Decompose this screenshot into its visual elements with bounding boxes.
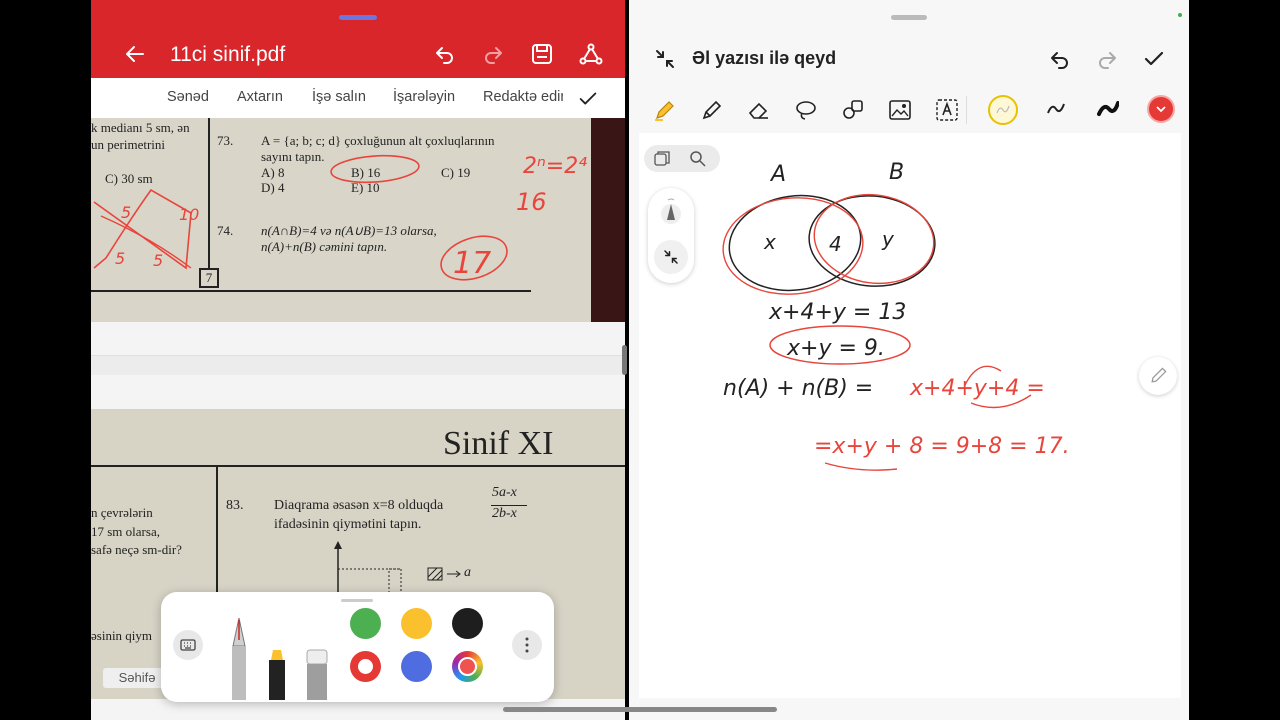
venn-label-a: A bbox=[769, 162, 786, 187]
venn-region-y: y bbox=[881, 227, 895, 251]
chevron-down-icon bbox=[1156, 106, 1166, 113]
toolbar-separator bbox=[966, 96, 967, 124]
confirm-check-icon[interactable] bbox=[1142, 47, 1166, 71]
venn-region-x: x bbox=[763, 230, 776, 254]
stroke-thin-icon bbox=[996, 105, 1010, 114]
collapse-icon[interactable] bbox=[653, 47, 677, 71]
stroke-medium-icon[interactable] bbox=[1047, 102, 1065, 116]
back-arrow-icon[interactable] bbox=[123, 42, 147, 66]
circle-mark bbox=[330, 154, 420, 184]
eraser-tool-icon[interactable] bbox=[746, 97, 772, 123]
color-swatch-blue[interactable] bbox=[401, 651, 432, 682]
venn-circle-a bbox=[728, 194, 862, 292]
more-vert-icon bbox=[525, 637, 529, 653]
menu-annotate[interactable]: İşarələyin bbox=[393, 89, 455, 105]
left-col-line: n çevrələrin bbox=[91, 505, 153, 520]
window-drag-handle[interactable] bbox=[339, 15, 377, 20]
pen-style-light-button[interactable] bbox=[988, 95, 1018, 125]
triangle-sketch bbox=[93, 188, 192, 270]
keyboard-icon bbox=[180, 639, 196, 651]
color-swatch-red-selected[interactable] bbox=[350, 651, 381, 682]
document-title: 11ci sinif.pdf bbox=[170, 43, 286, 66]
question-number: 83. bbox=[226, 498, 244, 513]
left-col-line: safə neçə sm-dir? bbox=[91, 542, 182, 557]
left-col-line: 17 sm olarsa, bbox=[91, 524, 160, 539]
highlighter-icon[interactable] bbox=[265, 648, 289, 700]
handwritten-formula: 2ⁿ=2⁴ bbox=[523, 154, 587, 179]
eraser-icon[interactable] bbox=[304, 648, 330, 700]
window-drag-handle[interactable] bbox=[891, 15, 927, 20]
color-swatch-green[interactable] bbox=[350, 608, 381, 639]
page-separator bbox=[91, 355, 625, 375]
save-icon[interactable] bbox=[530, 42, 554, 66]
selected-ring bbox=[358, 659, 373, 674]
split-screen: 11ci sinif.pdf Sənəd Axtarın İşə salın İ… bbox=[0, 0, 1280, 720]
color-swatch-black[interactable] bbox=[452, 608, 483, 639]
venn-circle-b bbox=[808, 195, 936, 287]
pen-toolbar bbox=[161, 592, 554, 702]
venn-label-b: B bbox=[889, 160, 904, 185]
color-swatch-yellow[interactable] bbox=[401, 608, 432, 639]
handwritten-number: 5 bbox=[115, 249, 125, 268]
fountain-pen-icon[interactable] bbox=[227, 616, 251, 700]
menu-launch[interactable]: İşə salın bbox=[312, 89, 366, 105]
handwritten-number: 10 bbox=[179, 205, 199, 224]
menu-edit[interactable]: Redaktə edin bbox=[483, 89, 563, 105]
hatched-legend-icon bbox=[427, 567, 443, 581]
ink-color-button[interactable] bbox=[1147, 95, 1175, 123]
status-indicator-dot bbox=[1178, 13, 1182, 17]
question-text: ifadəsinin qiymətini tapın. bbox=[274, 517, 422, 532]
note-title: Əl yazısı ilə qeyd bbox=[692, 48, 837, 68]
equation-line-2: x+y = 9. bbox=[786, 336, 885, 361]
text-tool-icon[interactable] bbox=[934, 97, 960, 123]
handwritten-number: 5 bbox=[121, 203, 131, 222]
keyboard-button[interactable] bbox=[173, 630, 203, 660]
share-icon[interactable] bbox=[579, 42, 603, 66]
red-ink-annotations: 5 10 5 5 2ⁿ=2⁴ 16 17 bbox=[93, 154, 587, 281]
split-divider-handle[interactable] bbox=[622, 345, 627, 375]
fraction-denominator: 2b-x bbox=[492, 506, 517, 521]
color-picker-button[interactable] bbox=[452, 651, 483, 682]
page-header: Sinif XI bbox=[443, 425, 554, 462]
handwritten-note-pane: Əl yazısı ilə qeyd A B x 4 y x+4+y = 13 … bbox=[629, 0, 1189, 720]
done-check-icon[interactable] bbox=[577, 88, 599, 110]
shapes-tool-icon[interactable] bbox=[840, 97, 866, 123]
menu-document[interactable]: Sənəd bbox=[167, 89, 209, 105]
handwriting-layer: A B x 4 y x+4+y = 13 x+y = 9. n(A) + n(B… bbox=[722, 160, 1070, 471]
bar-diagram bbox=[334, 541, 402, 599]
lasso-tool-icon[interactable] bbox=[793, 97, 819, 123]
home-indicator[interactable] bbox=[503, 707, 777, 712]
highlighter-tool-icon[interactable] bbox=[699, 97, 725, 123]
equation-line-3-left: n(A) + n(B) = bbox=[723, 376, 873, 401]
redo-icon[interactable] bbox=[1095, 47, 1119, 71]
pen-tool-icon[interactable] bbox=[652, 97, 678, 123]
left-col-line: əsinin qiym bbox=[91, 628, 153, 643]
underline-mark bbox=[824, 462, 898, 471]
pdf-menu-bar: Sənəd Axtarın İşə salın İşarələyin Redak… bbox=[91, 78, 625, 118]
question-text: Diaqrama əsasən x=8 olduqda bbox=[274, 498, 444, 513]
equation-line-4: =x+y + 8 = 9+8 = 17. bbox=[814, 434, 1070, 459]
undo-icon[interactable] bbox=[1048, 47, 1072, 71]
pdf-page-1[interactable]: k medianı 5 sm, ən un perimetrini C) 30 … bbox=[91, 118, 625, 322]
custom-color bbox=[458, 657, 477, 676]
handwritten-answer: 17 bbox=[453, 246, 491, 281]
handwritten-number: 16 bbox=[516, 188, 547, 216]
arrow-right-icon bbox=[447, 570, 461, 578]
venn-region-4: 4 bbox=[829, 232, 842, 256]
equation-line-1: x+4+y = 13 bbox=[768, 300, 906, 325]
header-rule bbox=[91, 465, 625, 467]
pdf-top-bar: 11ci sinif.pdf bbox=[91, 0, 625, 78]
menu-search[interactable]: Axtarın bbox=[237, 89, 283, 105]
undo-icon[interactable] bbox=[433, 42, 457, 66]
image-tool-icon[interactable] bbox=[887, 97, 913, 123]
more-options-button[interactable] bbox=[512, 630, 542, 660]
handwritten-number: 5 bbox=[153, 251, 163, 270]
legend-label: a bbox=[464, 565, 471, 580]
stroke-bold-icon[interactable] bbox=[1097, 101, 1119, 117]
equation-line-3-right: x+4+y+4 = bbox=[909, 376, 1045, 401]
fraction-numerator: 5a-x bbox=[492, 485, 517, 500]
toolbar-drag-handle[interactable] bbox=[341, 599, 373, 602]
redo-icon[interactable] bbox=[481, 42, 505, 66]
